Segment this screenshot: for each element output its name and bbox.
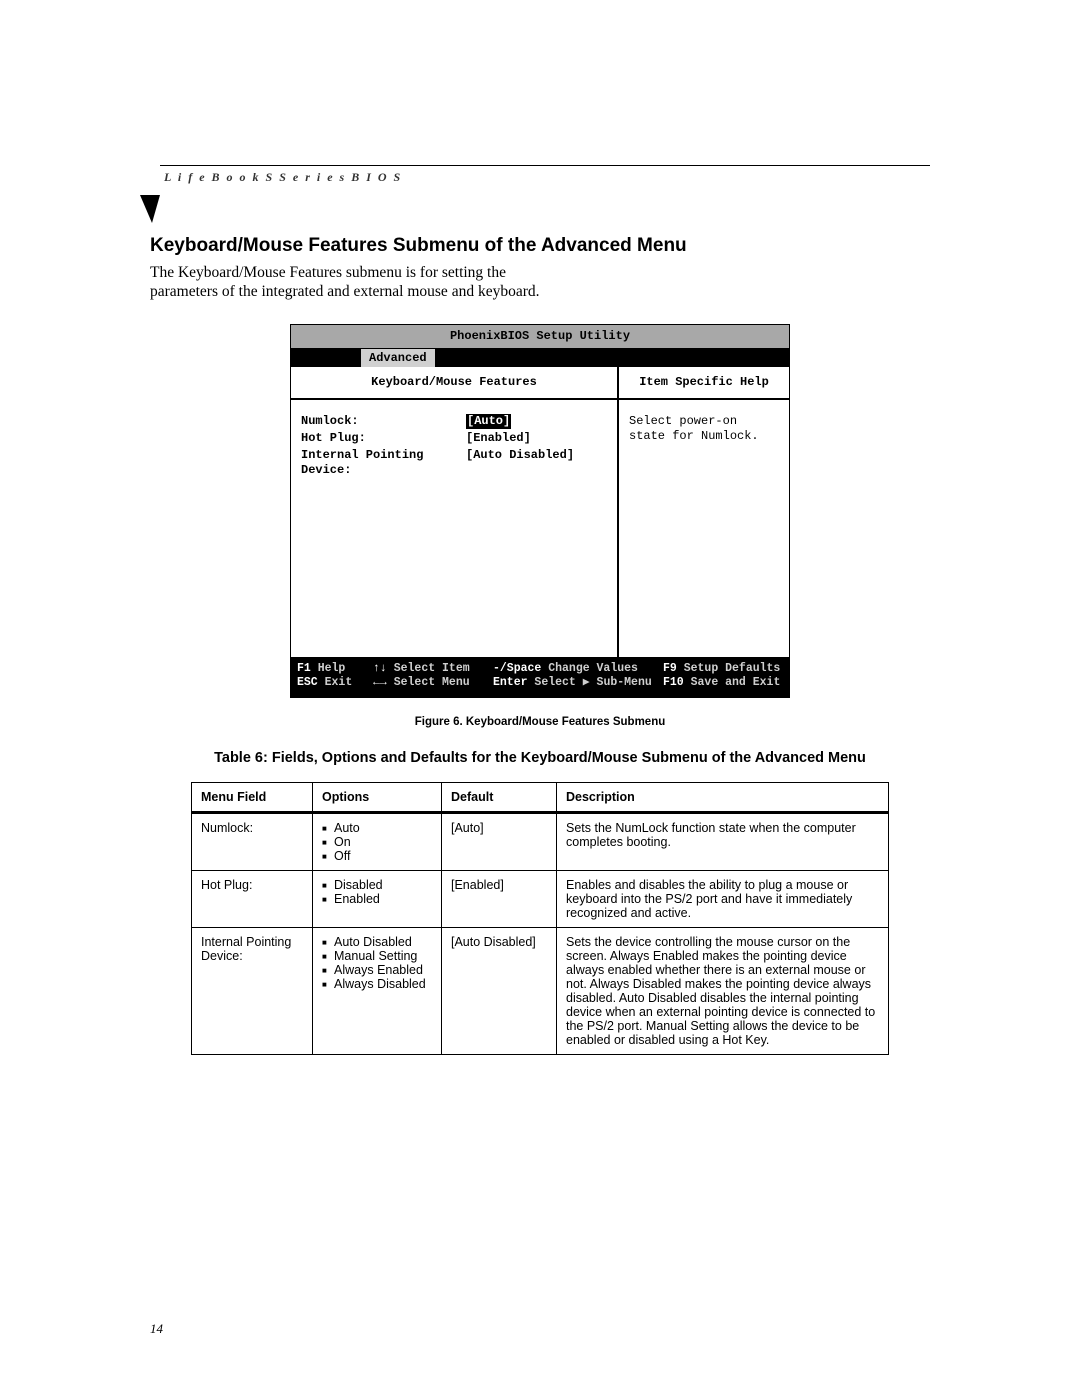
cell-description: Sets the NumLock function state when the… bbox=[557, 812, 889, 870]
bios-setting-value[interactable]: [Enabled] bbox=[466, 431, 531, 446]
key-f9: F9 bbox=[663, 662, 677, 675]
footer-label: Select Item bbox=[394, 662, 470, 675]
key-esc: ESC bbox=[297, 676, 318, 689]
document-page: L i f e B o o k S S e r i e s B I O S Ke… bbox=[0, 0, 1080, 1397]
option-item: Always Disabled bbox=[322, 977, 432, 991]
bios-main-panel: Keyboard/Mouse Features Numlock:[Auto]Ho… bbox=[291, 367, 619, 657]
option-item: Auto Disabled bbox=[322, 935, 432, 949]
cell-default: [Enabled] bbox=[442, 870, 557, 927]
option-item: Off bbox=[322, 849, 432, 863]
cell-options: Auto DisabledManual SettingAlways Enable… bbox=[313, 927, 442, 1054]
option-item: Always Enabled bbox=[322, 963, 432, 977]
footer-label: Select Menu bbox=[394, 676, 470, 689]
footer-label: Save and Exit bbox=[691, 676, 781, 689]
cell-menu-field: Numlock: bbox=[192, 812, 313, 870]
table-row: Numlock:AutoOnOff[Auto]Sets the NumLock … bbox=[192, 812, 889, 870]
header-wedge-icon bbox=[140, 195, 930, 221]
header-rule bbox=[160, 165, 930, 166]
footer-label: Exit bbox=[325, 676, 353, 689]
cell-options: AutoOnOff bbox=[313, 812, 442, 870]
running-header: L i f e B o o k S S e r i e s B I O S bbox=[164, 170, 930, 185]
option-item: Enabled bbox=[322, 892, 432, 906]
th-description: Description bbox=[557, 782, 889, 812]
option-item: On bbox=[322, 835, 432, 849]
cell-default: [Auto] bbox=[442, 812, 557, 870]
cell-default: [Auto Disabled] bbox=[442, 927, 557, 1054]
bios-setting-label: Internal Pointing Device: bbox=[301, 448, 466, 478]
bios-setting-row[interactable]: Internal Pointing Device:[Auto Disabled] bbox=[301, 448, 607, 478]
bios-setting-value[interactable]: [Auto Disabled] bbox=[466, 448, 574, 478]
footer-label: Setup Defaults bbox=[684, 662, 781, 675]
cell-description: Sets the device controlling the mouse cu… bbox=[557, 927, 889, 1054]
bios-help-panel: Item Specific Help Select power-on state… bbox=[619, 367, 789, 657]
bios-panel-title: Keyboard/Mouse Features bbox=[291, 367, 617, 400]
bios-title-bar: PhoenixBIOS Setup Utility bbox=[291, 325, 789, 349]
options-table: Menu Field Options Default Description N… bbox=[191, 782, 889, 1055]
bios-setting-row[interactable]: Numlock:[Auto] bbox=[301, 414, 607, 429]
key-f1: F1 bbox=[297, 662, 311, 675]
bios-screenshot: PhoenixBIOS Setup Utility Advanced Keybo… bbox=[290, 324, 790, 698]
bios-help-text: Select power-on state for Numlock. bbox=[619, 400, 789, 458]
th-options: Options bbox=[313, 782, 442, 812]
key-space: -/Space bbox=[493, 662, 541, 675]
table-row: Hot Plug:DisabledEnabled[Enabled]Enables… bbox=[192, 870, 889, 927]
bios-setting-label: Numlock: bbox=[301, 414, 466, 429]
footer-label: Select ▶ Sub-Menu bbox=[534, 676, 651, 689]
table-title: Table 6: Fields, Options and Defaults fo… bbox=[150, 750, 930, 766]
key-enter: Enter bbox=[493, 676, 528, 689]
bios-menu-bar: Advanced bbox=[291, 349, 789, 367]
cell-menu-field: Internal Pointing Device: bbox=[192, 927, 313, 1054]
option-item: Manual Setting bbox=[322, 949, 432, 963]
bios-tab-advanced[interactable]: Advanced bbox=[361, 349, 435, 367]
key-f10: F10 bbox=[663, 676, 684, 689]
intro-paragraph: The Keyboard/Mouse Features submenu is f… bbox=[150, 263, 550, 302]
key-arrows-vert: ↑↓ bbox=[373, 662, 387, 675]
cell-menu-field: Hot Plug: bbox=[192, 870, 313, 927]
key-arrows-horiz: ←→ bbox=[373, 676, 387, 689]
bios-help-title: Item Specific Help bbox=[619, 367, 789, 400]
th-menu-field: Menu Field bbox=[192, 782, 313, 812]
figure-caption: Figure 6. Keyboard/Mouse Features Submen… bbox=[150, 716, 930, 728]
footer-label: Help bbox=[318, 662, 346, 675]
bios-footer: F1 Help ↑↓ Select Item -/Space Change Va… bbox=[291, 658, 789, 697]
th-default: Default bbox=[442, 782, 557, 812]
footer-label: Change Values bbox=[548, 662, 638, 675]
section-heading: Keyboard/Mouse Features Submenu of the A… bbox=[150, 235, 930, 257]
cell-description: Enables and disables the ability to plug… bbox=[557, 870, 889, 927]
table-row: Internal Pointing Device:Auto DisabledMa… bbox=[192, 927, 889, 1054]
bios-setting-value[interactable]: [Auto] bbox=[466, 414, 511, 429]
page-number: 14 bbox=[150, 1321, 163, 1337]
bios-setting-label: Hot Plug: bbox=[301, 431, 466, 446]
option-item: Auto bbox=[322, 821, 432, 835]
bios-setting-row[interactable]: Hot Plug:[Enabled] bbox=[301, 431, 607, 446]
cell-options: DisabledEnabled bbox=[313, 870, 442, 927]
option-item: Disabled bbox=[322, 878, 432, 892]
